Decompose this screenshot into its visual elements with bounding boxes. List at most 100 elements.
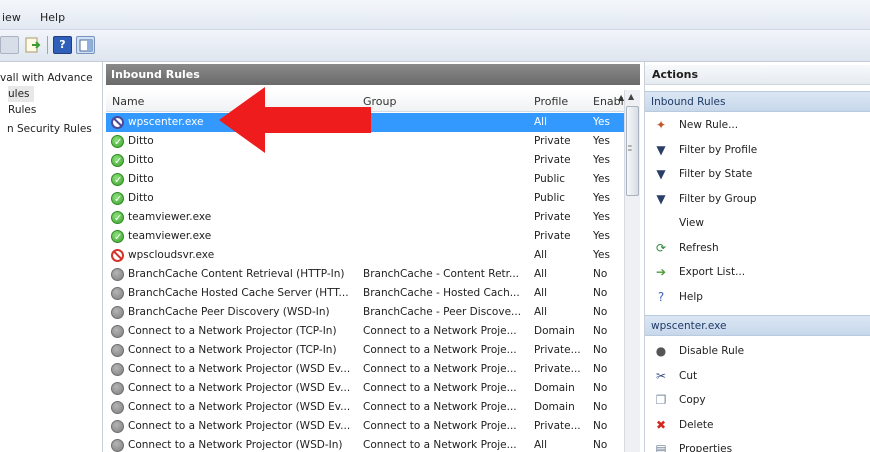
cell-enabled: Yes xyxy=(593,116,610,128)
cell-group: BranchCache - Content Retr... xyxy=(363,268,520,280)
allow-rule-icon xyxy=(111,228,124,247)
vertical-scrollbar[interactable]: ▲ ═ ═ xyxy=(624,90,640,452)
help-icon[interactable]: ? xyxy=(53,36,72,54)
table-row[interactable]: Ditto Public Yes xyxy=(106,189,624,209)
block-rule-icon xyxy=(111,249,124,262)
column-name[interactable]: Name xyxy=(112,95,144,108)
column-profile[interactable]: Profile xyxy=(534,95,568,108)
action-new-rule[interactable]: ✦ New Rule... xyxy=(645,113,870,137)
action-export-list[interactable]: ➔ Export List... xyxy=(645,260,870,284)
action-filter-by-state[interactable]: ▼ Filter by State xyxy=(645,162,870,186)
table-row[interactable]: BranchCache Peer Discovery (WSD-In) Branc… xyxy=(106,303,624,322)
disabled-rule-icon xyxy=(111,325,124,338)
table-row[interactable]: Connect to a Network Projector (WSD Ev..… xyxy=(106,417,624,436)
table-row[interactable]: Connect to a Network Projector (WSD-In) C… xyxy=(106,436,624,452)
action-refresh[interactable]: ⟳ Refresh xyxy=(645,236,870,260)
action-label: Delete xyxy=(679,418,714,431)
actions-pane: Actions Inbound Rules ✦ New Rule... ▼ Filte… xyxy=(644,62,870,452)
export-icon[interactable] xyxy=(24,36,43,54)
cell-name: Ditto xyxy=(128,192,154,204)
blank-icon xyxy=(654,216,668,230)
cell-enabled: Yes xyxy=(593,230,610,242)
cell-group: Connect to a Network Proje... xyxy=(363,420,517,432)
action-cut[interactable]: ✂ Cut xyxy=(645,364,870,388)
cell-profile: Private... xyxy=(534,420,581,432)
cell-enabled: No xyxy=(593,439,608,451)
tree-item-root[interactable]: vall with Advance xyxy=(0,70,93,86)
action-label: Properties xyxy=(679,443,733,452)
action-properties[interactable]: ▤ Properties xyxy=(645,437,870,452)
cell-profile: Domain xyxy=(534,382,575,394)
action-label: Filter by Group xyxy=(679,192,757,205)
cell-group: BranchCache - Hosted Cach... xyxy=(363,287,520,299)
panel-title: Inbound Rules xyxy=(106,64,640,85)
table-row[interactable]: Connect to a Network Projector (WSD Ev..… xyxy=(106,379,624,398)
table-row[interactable]: Connect to a Network Projector (TCP-In) C… xyxy=(106,322,624,341)
action-label: Disable Rule xyxy=(679,345,745,357)
table-row[interactable]: Ditto Public Yes xyxy=(106,170,624,190)
table-row[interactable]: Connect to a Network Projector (TCP-In) C… xyxy=(106,341,624,360)
action-view[interactable]: View xyxy=(645,211,870,235)
scroll-up-icon[interactable]: ▲ xyxy=(628,92,634,101)
disable-rule-icon: ● xyxy=(655,344,667,358)
action-filter-by-profile[interactable]: ▼ Filter by Profile xyxy=(645,138,870,162)
table-row[interactable]: teamviewer.exe Private Yes xyxy=(106,227,624,247)
action-delete[interactable]: ✖ Delete xyxy=(645,413,870,437)
cell-profile: All xyxy=(534,268,548,280)
cut-icon: ✂ xyxy=(655,368,667,383)
cell-group: Connect to a Network Proje... xyxy=(363,382,517,394)
tree-item-connection-security-rules[interactable]: n Security Rules xyxy=(7,121,92,137)
cell-group: Connect to a Network Proje... xyxy=(363,439,517,451)
toolbar-button-back[interactable] xyxy=(0,36,19,54)
cell-profile: All xyxy=(534,439,548,451)
table-row[interactable]: BranchCache Hosted Cache Server (HTT... B… xyxy=(106,284,624,303)
menu-help[interactable]: Help xyxy=(40,11,65,24)
rules-panel: Inbound Rules Name Group Profile Enabl ▲… xyxy=(106,62,640,452)
table-row[interactable]: BranchCache Content Retrieval (HTTP-In) B… xyxy=(106,265,624,284)
tree-item-inbound-rules[interactable]: ules xyxy=(8,86,34,102)
menu-view[interactable]: iew xyxy=(2,11,21,24)
action-filter-by-group[interactable]: ▼ Filter by Group xyxy=(645,187,870,211)
actions-section-selected-rule[interactable]: wpscenter.exe xyxy=(645,315,870,336)
disabled-rule-icon xyxy=(111,306,124,319)
disabled-rule-icon xyxy=(111,439,124,452)
action-label: Cut xyxy=(679,369,698,382)
cell-name: Connect to a Network Projector (WSD Ev..… xyxy=(128,363,351,375)
cell-enabled: No xyxy=(593,420,608,432)
table-row[interactable]: Connect to a Network Projector (WSD Ev..… xyxy=(106,398,624,417)
cell-enabled: No xyxy=(593,382,608,394)
cell-name: Connect to a Network Projector (WSD Ev..… xyxy=(128,401,351,413)
cell-name: wpscloudsvr.exe xyxy=(128,249,215,261)
table-row[interactable]: Ditto Private Yes xyxy=(106,151,624,171)
disabled-rule-icon xyxy=(111,382,124,395)
table-row[interactable]: teamviewer.exe Private Yes xyxy=(106,208,624,228)
table-row[interactable]: wpscloudsvr.exe All Yes xyxy=(106,246,624,265)
cell-name: Connect to a Network Projector (TCP-In) xyxy=(128,344,337,356)
toolbar: ? xyxy=(0,30,870,62)
allow-rule-icon xyxy=(111,152,124,171)
cell-profile: Public xyxy=(534,173,566,185)
cell-group: Connect to a Network Proje... xyxy=(363,325,517,337)
tree-item-outbound-rules[interactable]: Rules xyxy=(8,102,36,118)
cell-group: Connect to a Network Proje... xyxy=(363,401,517,413)
properties-icon: ▤ xyxy=(655,442,667,452)
action-disable-rule[interactable]: ● Disable Rule xyxy=(645,339,870,363)
action-help[interactable]: ? Help xyxy=(645,285,870,309)
action-label: Filter by State xyxy=(679,168,753,180)
red-arrow-annotation xyxy=(219,87,371,153)
action-label: Refresh xyxy=(679,241,719,254)
allow-rule-icon xyxy=(111,171,124,190)
cell-group: BranchCache - Peer Discove... xyxy=(363,306,522,318)
actions-section-inbound-rules[interactable]: Inbound Rules xyxy=(645,91,870,112)
table-row[interactable]: Connect to a Network Projector (WSD Ev..… xyxy=(106,360,624,379)
cell-enabled: No xyxy=(593,306,608,318)
cell-name: BranchCache Peer Discovery (WSD-In) xyxy=(128,306,330,318)
firewall-window: iew Help ? vall with Advance ules Rules … xyxy=(0,0,870,452)
action-copy[interactable]: ❐ Copy xyxy=(645,388,870,412)
cell-profile: Private xyxy=(534,230,571,242)
disabled-rule-icon xyxy=(111,287,124,300)
show-hide-action-pane-icon[interactable] xyxy=(76,36,95,54)
actions-title: Actions xyxy=(645,65,870,85)
cell-profile: Private xyxy=(534,135,571,147)
disabled-rule-icon xyxy=(111,344,124,357)
